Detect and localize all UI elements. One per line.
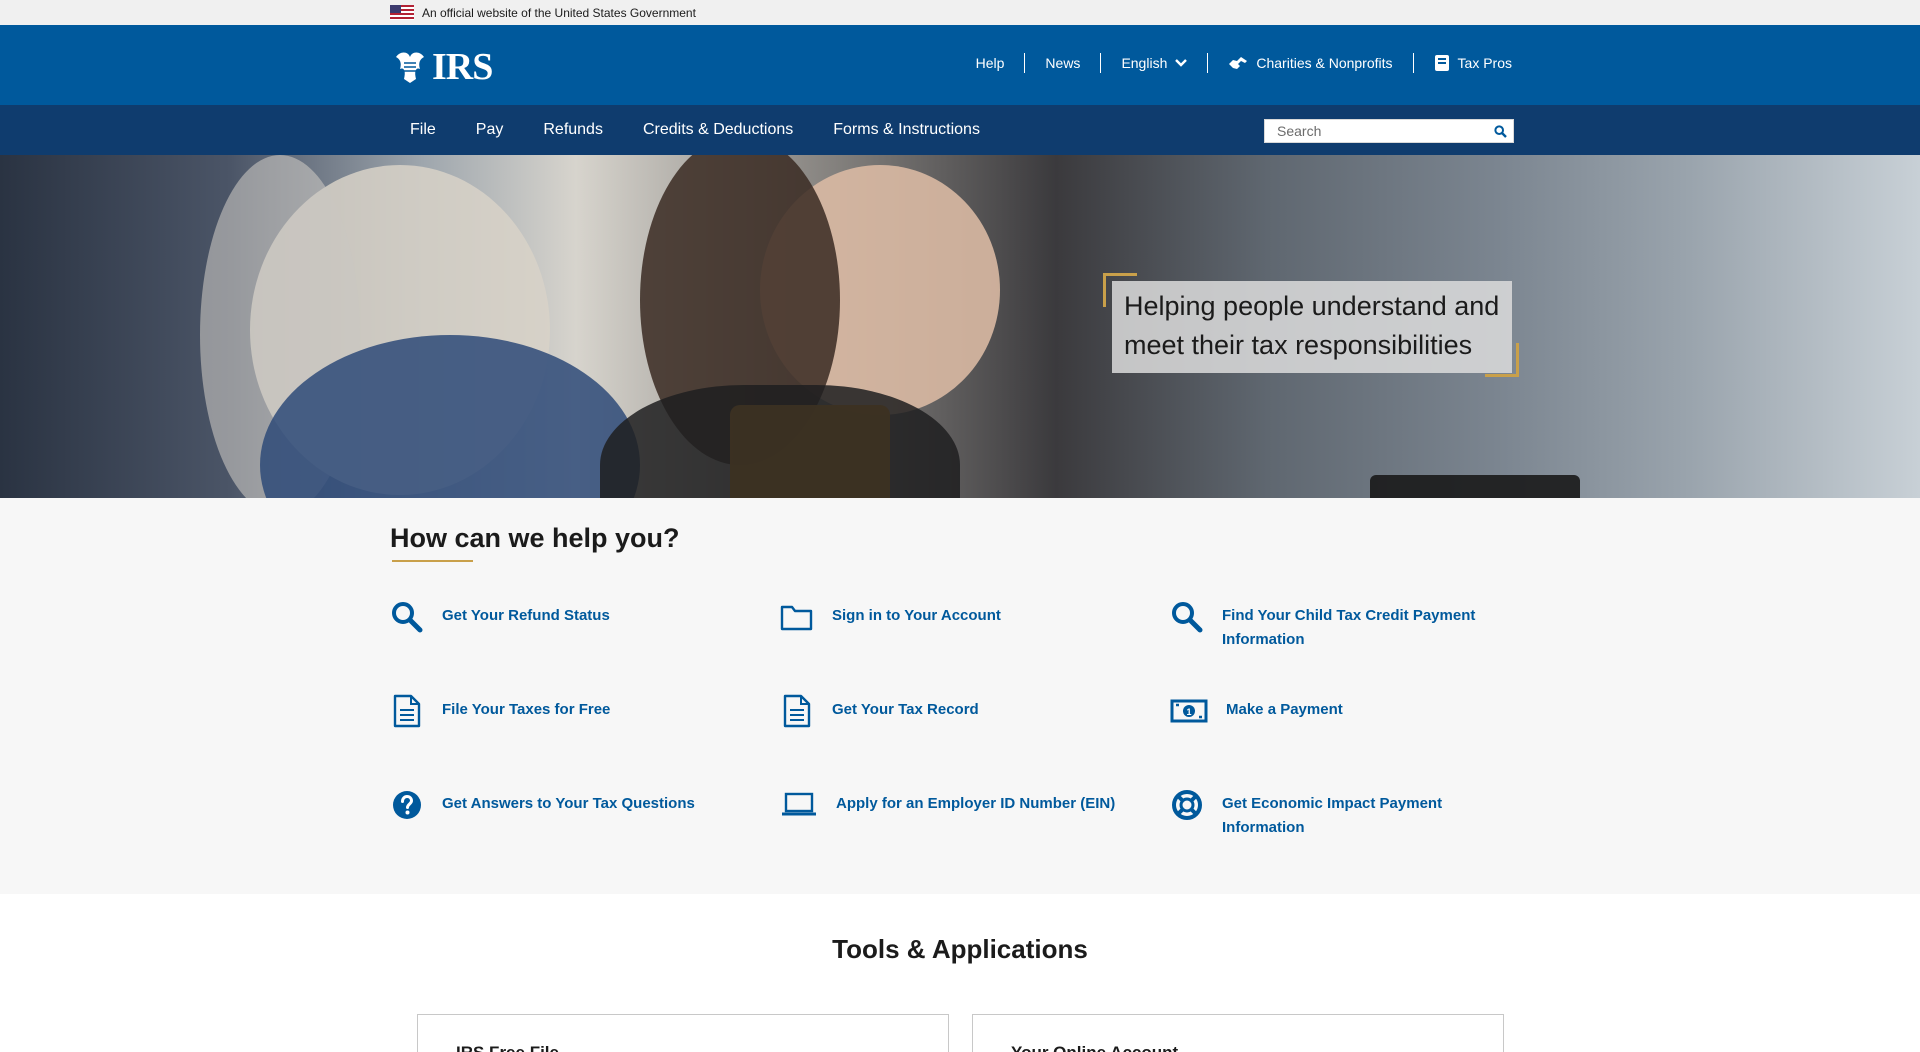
tools-section: Tools & Applications IRS Free File Your … — [0, 894, 1920, 1052]
main-nav: File Pay Refunds Credits & Deductions Fo… — [0, 105, 1920, 155]
help-link-child-tax-credit[interactable]: Find Your Child Tax Credit Payment Infor… — [1170, 600, 1490, 652]
help-link-tax-questions[interactable]: Get Answers to Your Tax Questions — [390, 788, 695, 822]
gov-banner: An official website of the United States… — [0, 0, 1920, 25]
logo-text: IRS — [432, 46, 493, 88]
tax-pros-link[interactable]: Tax Pros — [1412, 53, 1512, 73]
charities-nonprofits-label: Charities & Nonprofits — [1256, 55, 1393, 71]
help-section: How can we help you? Get Your Refund Sta… — [0, 498, 1920, 894]
nav-item-file[interactable]: File — [390, 105, 456, 155]
us-flag-icon — [390, 5, 414, 20]
nav-item-credits-deductions[interactable]: Credits & Deductions — [623, 105, 813, 155]
help-link-file-free[interactable]: File Your Taxes for Free — [390, 694, 610, 728]
nav-item-forms-instructions[interactable]: Forms & Instructions — [813, 105, 1000, 155]
money-icon: 1 — [1170, 694, 1208, 728]
help-link-sign-in[interactable]: Sign in to Your Account — [780, 600, 1001, 634]
help-title-underline — [392, 560, 473, 562]
eagle-icon — [396, 52, 424, 83]
help-link-label: Make a Payment — [1226, 701, 1343, 718]
lifebuoy-icon — [1170, 788, 1204, 822]
search-icon — [1170, 600, 1204, 634]
tool-card-title: IRS Free File — [456, 1043, 559, 1052]
hero-quote-box: Helping people understand and meet their… — [1112, 281, 1512, 373]
tool-card-title: Your Online Account — [1011, 1043, 1178, 1052]
nav-item-refunds[interactable]: Refunds — [523, 105, 623, 155]
search-box — [1264, 119, 1514, 143]
charities-nonprofits-link[interactable]: Charities & Nonprofits — [1207, 53, 1412, 73]
tool-card-online-account[interactable]: Your Online Account — [972, 1014, 1504, 1052]
help-link-ein[interactable]: Apply for an Employer ID Number (EIN) — [780, 788, 1115, 822]
news-link[interactable]: News — [1024, 53, 1100, 73]
question-icon — [390, 788, 424, 822]
tool-card-irs-free-file[interactable]: IRS Free File — [417, 1014, 949, 1052]
svg-text:1: 1 — [1186, 707, 1191, 717]
help-link-economic-impact[interactable]: Get Economic Impact Payment Information — [1170, 788, 1490, 840]
hero-photo-jacket-right — [600, 385, 960, 498]
irs-logo[interactable]: IRS — [390, 46, 493, 88]
tools-title: Tools & Applications — [832, 934, 1088, 964]
hero-photo-laptop — [1370, 475, 1580, 498]
laptop-icon — [780, 788, 818, 822]
help-link-label: Get Your Tax Record — [832, 701, 979, 718]
site-header: IRS Help News English Charities & Nonpro… — [0, 25, 1920, 105]
help-link-label: Get Your Refund Status — [442, 607, 610, 624]
help-link-label: Sign in to Your Account — [832, 607, 1001, 624]
search-input[interactable] — [1265, 120, 1487, 142]
help-link-label: Get Answers to Your Tax Questions — [442, 795, 695, 812]
language-selector[interactable]: English — [1100, 53, 1207, 73]
help-link-label: Help — [975, 55, 1005, 71]
tax-pros-label: Tax Pros — [1457, 55, 1512, 71]
help-link-label: Apply for an Employer ID Number (EIN) — [836, 795, 1116, 812]
handshake-icon — [1229, 57, 1248, 69]
help-title: How can we help you? — [390, 523, 680, 553]
help-link[interactable]: Help — [976, 53, 1025, 73]
quote-bracket-bottom-right — [1485, 343, 1519, 377]
help-link-label: Find Your Child Tax Credit Payment Infor… — [1222, 607, 1476, 648]
help-link-make-payment[interactable]: 1 Make a Payment — [1170, 694, 1343, 728]
document-icon — [780, 694, 814, 728]
help-link-tax-record[interactable]: Get Your Tax Record — [780, 694, 979, 728]
chevron-down-icon — [1175, 59, 1188, 67]
search-icon — [1493, 124, 1507, 138]
help-link-refund-status[interactable]: Get Your Refund Status — [390, 600, 610, 634]
folder-icon — [780, 600, 814, 634]
utility-nav: Help News English Charities & Nonprofits… — [976, 53, 1512, 73]
hero-quote-text: Helping people understand and meet their… — [1124, 291, 1500, 360]
gov-banner-text: An official website of the United States… — [422, 5, 696, 20]
help-link-label: File Your Taxes for Free — [442, 701, 611, 718]
search-icon — [390, 600, 424, 634]
nav-item-pay[interactable]: Pay — [456, 105, 524, 155]
help-link-label: Get Economic Impact Payment Information — [1222, 795, 1443, 836]
language-selector-label: English — [1121, 55, 1168, 71]
search-button[interactable] — [1487, 120, 1513, 142]
tax-pros-icon — [1434, 55, 1449, 71]
hero-banner: Helping people understand and meet their… — [0, 155, 1920, 498]
news-link-label: News — [1045, 55, 1081, 71]
document-icon — [390, 694, 424, 728]
